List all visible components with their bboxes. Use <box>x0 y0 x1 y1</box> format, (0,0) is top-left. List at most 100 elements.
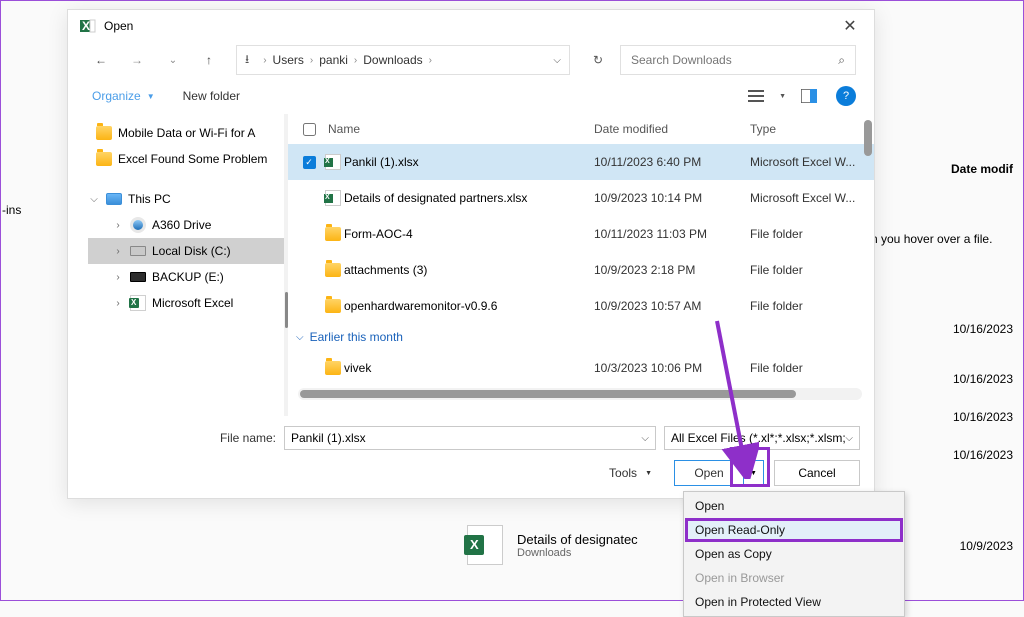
toolbar: Organize ▼ New folder ▼ ? <box>68 78 874 114</box>
tree-label: Local Disk (C:) <box>152 244 231 258</box>
file-date: 10/9/2023 10:14 PM <box>594 191 750 205</box>
filename-input[interactable]: Pankil (1).xlsx ⌵ <box>284 426 656 450</box>
crumb-users[interactable]: Users <box>273 53 304 67</box>
tree-backup-e[interactable]: › BACKUP (E:) <box>88 264 284 290</box>
pc-icon <box>106 193 122 205</box>
chevron-down-icon[interactable]: ⌵ <box>641 433 649 444</box>
menu-open[interactable]: Open <box>685 494 903 518</box>
file-row[interactable]: Details of designated partners.xlsx10/9/… <box>288 180 874 216</box>
search-box[interactable]: ⌕ <box>620 45 856 75</box>
file-row[interactable]: ✓Pankil (1).xlsx10/11/2023 6:40 PMMicros… <box>288 144 874 180</box>
bg-item-loc: Downloads <box>517 547 638 559</box>
menu-open-as-copy[interactable]: Open as Copy <box>685 542 903 566</box>
sidebar-resize-handle[interactable] <box>284 114 288 416</box>
search-input[interactable] <box>631 53 838 67</box>
preview-pane-icon[interactable] <box>800 87 818 105</box>
tree-label: BACKUP (E:) <box>152 270 224 284</box>
column-headers: Name Date modified Type <box>288 114 874 144</box>
row-checkbox[interactable]: ✓ <box>296 156 322 169</box>
tree-label: Mobile Data or Wi-Fi for A <box>118 126 255 140</box>
bg-recent-item[interactable]: Details of designatec Downloads <box>467 525 638 565</box>
excel-icon <box>467 525 503 565</box>
folder-icon <box>96 152 112 166</box>
menu-open-read-only[interactable]: Open Read-Only <box>685 518 903 542</box>
tree-a360[interactable]: › A360 Drive <box>88 212 284 238</box>
recent-button[interactable]: ⌄ <box>158 46 188 74</box>
group-header[interactable]: ⌵Earlier this month <box>288 324 874 350</box>
folder-icon <box>322 227 344 241</box>
tree-label: This PC <box>128 192 171 206</box>
file-name: openhardwaremonitor-v0.9.6 <box>344 299 594 313</box>
folder-icon <box>322 299 344 313</box>
help-button[interactable]: ? <box>836 86 856 106</box>
menu-open-in-browser: Open in Browser <box>685 566 903 590</box>
tree-label: Excel Found Some Problem <box>118 152 267 166</box>
folder-icon <box>96 126 112 140</box>
organize-button[interactable]: Organize ▼ <box>86 85 161 107</box>
bg-hover-text: n you hover over a file. <box>871 232 992 246</box>
filetype-label: All Excel Files (*.xl*;*.xlsx;*.xlsm; <box>671 431 845 445</box>
folder-icon <box>322 361 344 375</box>
expand-icon[interactable]: › <box>112 298 124 309</box>
bg-date-1: 10/16/2023 <box>953 322 1013 336</box>
tree-item-excelproblem[interactable]: Excel Found Some Problem <box>88 146 284 172</box>
tree-label: Microsoft Excel <box>152 296 233 310</box>
disk-icon <box>130 272 146 282</box>
file-date: 10/9/2023 10:57 AM <box>594 299 750 313</box>
refresh-button[interactable]: ↻ <box>582 45 614 75</box>
new-folder-button[interactable]: New folder <box>177 85 246 107</box>
select-all-check[interactable] <box>296 123 322 136</box>
dialog-title: Open <box>104 19 838 33</box>
forward-button[interactable]: → <box>122 46 152 74</box>
tree-ms-excel[interactable]: › Microsoft Excel <box>88 290 284 316</box>
file-row[interactable]: openhardwaremonitor-v0.9.610/9/2023 10:5… <box>288 288 874 324</box>
col-type[interactable]: Type <box>750 122 874 136</box>
chevron-down-icon[interactable]: ⌵ <box>845 433 853 444</box>
file-name: attachments (3) <box>344 263 594 277</box>
open-button[interactable]: Open <box>675 461 743 485</box>
expand-icon[interactable]: › <box>112 246 124 257</box>
chevron-down-icon: ▼ <box>645 470 652 477</box>
address-bar[interactable]: ⭳ › Users › panki › Downloads › ⌵ <box>236 45 570 75</box>
tools-label: Tools <box>609 466 637 480</box>
vertical-scrollbar[interactable] <box>864 120 872 156</box>
file-row[interactable]: Form-AOC-410/11/2023 11:03 PMFile folder <box>288 216 874 252</box>
view-list-icon[interactable] <box>747 87 765 105</box>
tree-item-mobile[interactable]: Mobile Data or Wi-Fi for A <box>88 120 284 146</box>
expand-icon[interactable]: ⌵ <box>88 194 100 205</box>
tree-this-pc[interactable]: ⌵ This PC <box>88 186 284 212</box>
download-pin-icon: ⭳ <box>245 50 249 71</box>
file-type: Microsoft Excel W... <box>750 191 874 205</box>
crumb-downloads[interactable]: Downloads <box>363 53 422 67</box>
expand-icon[interactable]: › <box>112 272 124 283</box>
view-dropdown[interactable]: ▼ <box>779 93 786 100</box>
file-type: File folder <box>750 299 874 313</box>
col-name[interactable]: Name <box>322 122 594 136</box>
file-row[interactable]: vivek10/3/2023 10:06 PMFile folder <box>288 350 874 386</box>
horizontal-scrollbar[interactable] <box>298 388 862 400</box>
organize-label: Organize <box>92 89 141 103</box>
group-label: Earlier this month <box>310 330 403 344</box>
search-icon[interactable]: ⌕ <box>838 53 845 68</box>
filename-value: Pankil (1).xlsx <box>291 431 366 445</box>
cancel-button[interactable]: Cancel <box>774 460 860 486</box>
menu-open-protected[interactable]: Open in Protected View <box>685 590 903 614</box>
tree-local-disk-c[interactable]: › Local Disk (C:) <box>88 238 284 264</box>
address-dropdown[interactable]: ⌵ <box>553 55 561 66</box>
bg-item-name: Details of designatec <box>517 532 638 547</box>
bg-addins: -ins <box>2 203 21 217</box>
filetype-select[interactable]: All Excel Files (*.xl*;*.xlsx;*.xlsm; ⌵ <box>664 426 860 450</box>
tools-button[interactable]: Tools ▼ <box>609 466 652 480</box>
back-button[interactable]: ← <box>86 46 116 74</box>
up-button[interactable]: ↑ <box>194 46 224 74</box>
open-dropdown-button[interactable]: ▼ <box>743 461 763 485</box>
file-date: 10/11/2023 6:40 PM <box>594 155 750 169</box>
close-button[interactable]: ✕ <box>838 16 862 36</box>
file-row[interactable]: attachments (3)10/9/2023 2:18 PMFile fol… <box>288 252 874 288</box>
disk-icon <box>130 246 146 256</box>
col-date[interactable]: Date modified <box>594 122 750 136</box>
bg-column-date: Date modif <box>951 162 1013 176</box>
expand-icon[interactable]: › <box>112 220 124 231</box>
crumb-panki[interactable]: panki <box>319 53 348 67</box>
svg-text:X: X <box>82 19 90 33</box>
